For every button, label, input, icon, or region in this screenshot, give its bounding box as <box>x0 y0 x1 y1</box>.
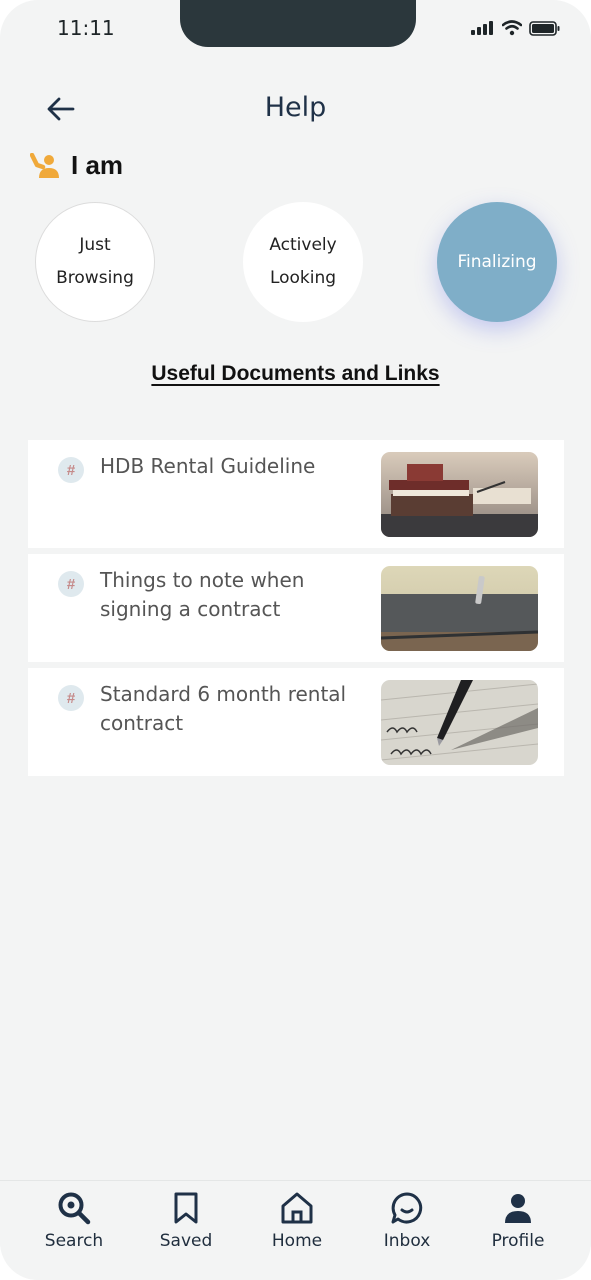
books-image <box>381 452 538 537</box>
phone-screen: 11:11 Help I am Just Browsing Actively L… <box>0 0 591 1280</box>
bookmark-icon <box>174 1192 198 1224</box>
tab-saved[interactable]: Saved <box>141 1191 231 1251</box>
status-icons <box>471 20 561 36</box>
document-title: Standard 6 month rental contract <box>100 682 347 735</box>
battery-icon <box>529 20 560 36</box>
page-title: Help <box>264 92 327 123</box>
user-icon <box>505 1194 531 1223</box>
wifi-icon <box>502 20 522 36</box>
notebook-pen-image <box>381 566 538 651</box>
status-time: 11:11 <box>57 16 115 40</box>
document-card-contract-notes[interactable]: # Things to note when signing a contract <box>28 554 564 662</box>
home-icon <box>281 1192 313 1224</box>
camera-notch <box>180 0 416 47</box>
hash-icon: # <box>58 685 84 711</box>
stage-option-label: Finalizing <box>457 251 537 272</box>
stage-heading: I am <box>30 150 123 181</box>
bottom-tab-bar: Search Saved Home Inbox Profile <box>0 1180 591 1280</box>
hash-icon: # <box>58 457 84 483</box>
stage-option-actively-looking[interactable]: Actively Looking <box>243 202 363 322</box>
stage-option-finalizing[interactable]: Finalizing <box>437 202 557 322</box>
search-icon <box>58 1192 91 1225</box>
tab-search[interactable]: Search <box>29 1191 119 1251</box>
tab-profile[interactable]: Profile <box>473 1191 563 1251</box>
document-card-hdb-rental-guideline[interactable]: # HDB Rental Guideline <box>28 440 564 548</box>
tab-label: Inbox <box>383 1231 431 1251</box>
hash-icon: # <box>58 571 84 597</box>
signal-icon <box>471 21 493 35</box>
tab-label: Profile <box>491 1231 545 1251</box>
stage-label: I am <box>71 150 124 180</box>
fountain-pen-image <box>381 680 538 765</box>
tab-label: Search <box>44 1231 104 1251</box>
document-card-rental-contract[interactable]: # Standard 6 month rental contract <box>28 668 564 776</box>
person-raising-hand-icon <box>30 152 59 178</box>
tab-label: Saved <box>159 1231 213 1251</box>
tab-inbox[interactable]: Inbox <box>362 1191 452 1251</box>
document-title: HDB Rental Guideline <box>100 454 316 478</box>
stage-option-label: Just Browsing <box>56 235 134 288</box>
section-title: Useful Documents and Links <box>151 362 440 385</box>
tab-home[interactable]: Home <box>252 1191 342 1251</box>
stage-option-just-browsing[interactable]: Just Browsing <box>35 202 155 322</box>
document-title: Things to note when signing a contract <box>100 568 305 621</box>
stage-option-label: Actively Looking <box>269 235 337 288</box>
tab-label: Home <box>271 1231 323 1251</box>
chat-icon <box>391 1192 423 1224</box>
